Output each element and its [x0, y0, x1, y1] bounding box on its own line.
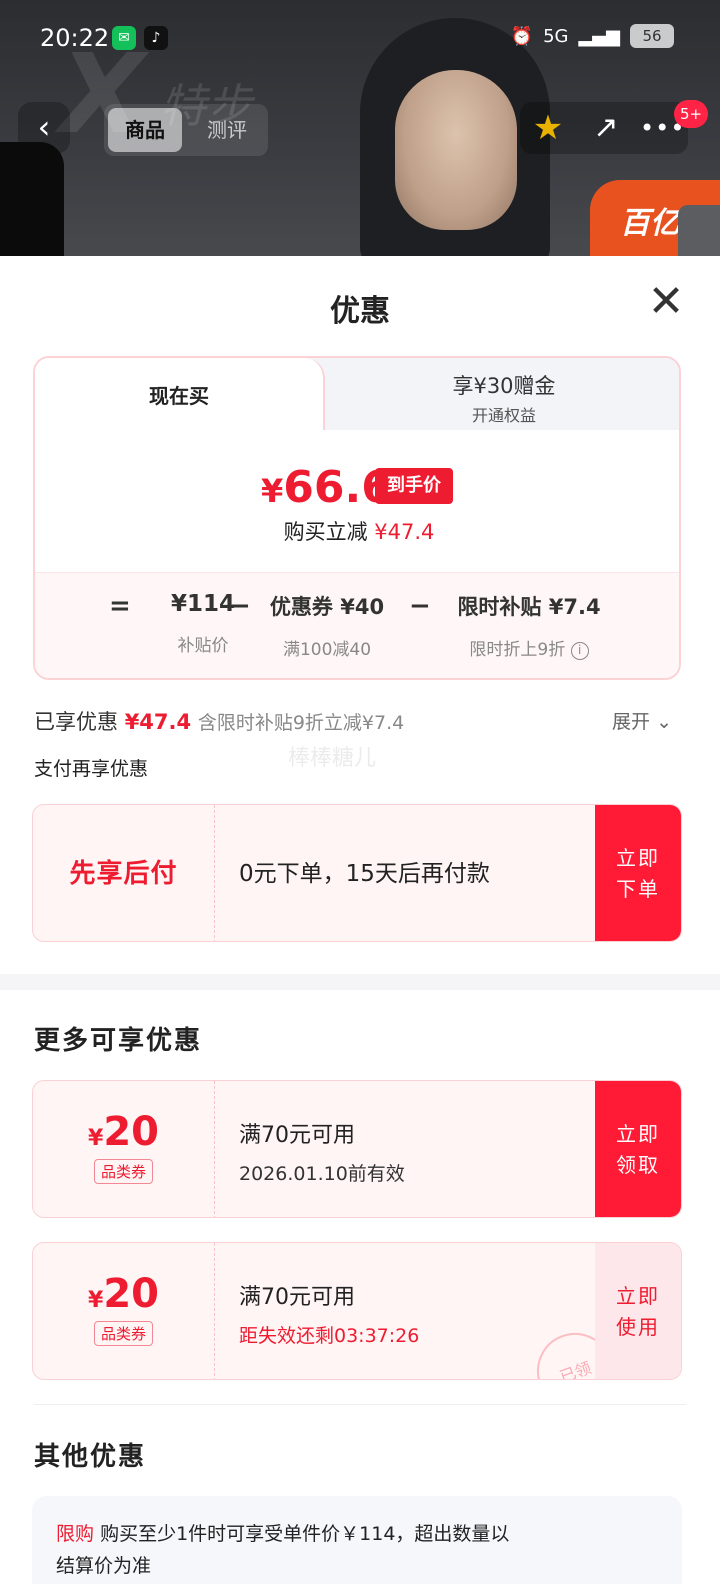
limit-text: 购买至少1件时可享受单件价￥114，超出数量以	[100, 1523, 510, 1545]
wechat-icon: ✉	[112, 26, 136, 50]
coupon-amount: ¥20	[88, 1109, 159, 1155]
bnpl-order-button[interactable]: 立即 下单	[595, 805, 681, 941]
tiktok-icon: ♪	[144, 26, 168, 50]
enjoyed-prefix: 已享优惠	[34, 710, 118, 734]
limited-subsidy-value: 限时补贴 ¥7.4	[457, 595, 601, 619]
tab-buy-now[interactable]: 现在买	[35, 358, 325, 430]
coupon-card: ¥20 品类券 满70元可用 2026.01.10前有效 立即 领取	[32, 1080, 682, 1218]
pay-discount-title: 支付再享优惠	[34, 758, 149, 780]
tab-gift-sub: 开通权益	[471, 406, 536, 425]
minus-sign: −	[229, 591, 251, 621]
signal-icon: ▂▄▆	[578, 25, 620, 47]
coupon-middle: 满70元可用 距失效还剩03:37:26	[239, 1243, 420, 1379]
price-breakdown: = ¥114 补贴价 − 优惠券 ¥40 满100减40 − 限时补贴 ¥7.4…	[35, 572, 679, 678]
tab-gift[interactable]: 享¥30赠金 开通权益	[325, 364, 679, 430]
section-divider	[0, 974, 720, 990]
coupon-left: ¥20 品类券	[33, 1081, 215, 1217]
coupon-amount: ¥20	[88, 1271, 159, 1317]
alarm-icon: ⏰	[510, 25, 534, 47]
bnpl-card: 先享后付 0元下单，15天后再付款 立即 下单	[32, 804, 682, 942]
bnpl-text: 0元下单，15天后再付款	[239, 861, 490, 887]
expand-label: 展开	[612, 711, 651, 733]
favorite-star-icon[interactable]: ★	[528, 108, 568, 148]
equals-sign: =	[109, 591, 131, 621]
hand-price-tag: 到手价	[375, 468, 453, 504]
minus-sign: −	[409, 591, 431, 621]
bnpl-left: 先享后付	[33, 805, 215, 941]
share-icon[interactable]: ↗	[586, 108, 626, 148]
price-currency: ¥	[261, 472, 284, 510]
enjoyed-discount: 已享优惠 ¥47.4 含限时补贴9折立减¥7.4	[34, 706, 404, 736]
use-coupon-button[interactable]: 立即 使用	[595, 1243, 681, 1379]
tab-product[interactable]: 商品	[108, 108, 182, 152]
coupon-middle: 满70元可用 2026.01.10前有效	[239, 1081, 405, 1217]
save-prefix: 购买立减	[283, 520, 368, 544]
coupon-tag: 品类券	[93, 1159, 153, 1184]
watermark: 棒棒糖儿	[288, 746, 377, 771]
enjoyed-note: 含限时补贴9折立减¥7.4	[197, 712, 405, 734]
network-5g-icon: 5G	[543, 25, 569, 47]
tab-review[interactable]: 测评	[190, 108, 264, 152]
purchase-limit-text: 限购 购买至少1件时可享受单件价￥114，超出数量以 结算价为准	[56, 1518, 658, 1582]
coupon-title: 满70元可用	[239, 1285, 355, 1310]
price-card: 享¥30赠金 开通权益 现在买 ¥66.6 到手价 购买立减 ¥47.4 = ¥…	[33, 356, 681, 680]
coupon-left: ¥20 品类券	[33, 1243, 215, 1379]
coupon-tag: 品类券	[93, 1321, 153, 1346]
limit-text-2: 结算价为准	[56, 1555, 152, 1577]
message-badge: 5+	[674, 100, 709, 128]
tab-gift-label: 享¥30赠金	[452, 374, 556, 398]
final-price: ¥66.6	[261, 462, 392, 513]
battery-icon: 56	[630, 24, 674, 48]
limited-subsidy-label[interactable]: 限时折上9折 i	[439, 635, 619, 660]
coupon-card: ¥20 品类券 满70元可用 距失效还剩03:37:26 已领 立即 使用	[32, 1242, 682, 1380]
claim-coupon-button[interactable]: 立即 领取	[595, 1081, 681, 1217]
coupon-title: 满70元可用	[239, 1123, 355, 1148]
discount-sheet: 优惠 ✕ 享¥30赠金 开通权益 现在买 ¥66.6 到手价 购买立减 ¥47.…	[0, 256, 720, 1584]
info-icon[interactable]: i	[570, 642, 589, 660]
save-line: 购买立减 ¥47.4	[35, 516, 679, 546]
status-bar: 20:22 ✉ ♪ ⏰ 5G ▂▄▆ 56	[0, 20, 720, 62]
enjoyed-amount: ¥47.4	[124, 710, 192, 734]
more-discounts-title: 更多可享优惠	[34, 1026, 203, 1056]
limit-label: 限购	[56, 1523, 95, 1545]
bnpl-label: 先享后付	[69, 859, 178, 889]
price-tabs: 享¥30赠金 开通权益 现在买	[35, 358, 679, 430]
close-icon[interactable]: ✕	[644, 280, 688, 326]
expand-button[interactable]: 展开 ⌄	[612, 707, 672, 734]
divider	[34, 1404, 686, 1405]
coupon-countdown: 距失效还剩03:37:26	[239, 1325, 420, 1347]
coupon-deduction: 优惠券 ¥40 满100减40	[257, 591, 397, 660]
coupon-deduction-label: 满100减40	[282, 640, 372, 660]
save-amount: ¥47.4	[374, 520, 435, 544]
status-icons: ⏰ 5G ▂▄▆ 56	[511, 24, 674, 48]
coupon-validity: 2026.01.10前有效	[239, 1163, 405, 1185]
chevron-left-icon: ‹	[37, 108, 51, 146]
status-time: 20:22	[40, 24, 110, 52]
subsidy-price-label: 补贴价	[177, 636, 229, 656]
top-nav: ‹ 商品 测评 ★ ↗ ••• 5+	[0, 100, 720, 158]
chevron-down-icon: ⌄	[656, 711, 672, 733]
other-discount-box: 限购 购买至少1件时可享受单件价￥114，超出数量以 结算价为准	[32, 1496, 682, 1584]
limited-subsidy: 限时补贴 ¥7.4 限时折上9折 i	[439, 591, 619, 660]
other-discounts-title: 其他优惠	[34, 1442, 147, 1472]
coupon-deduction-value: 优惠券 ¥40	[269, 595, 385, 619]
bnpl-middle: 0元下单，15天后再付款	[239, 805, 490, 941]
sheet-title: 优惠	[330, 294, 390, 329]
